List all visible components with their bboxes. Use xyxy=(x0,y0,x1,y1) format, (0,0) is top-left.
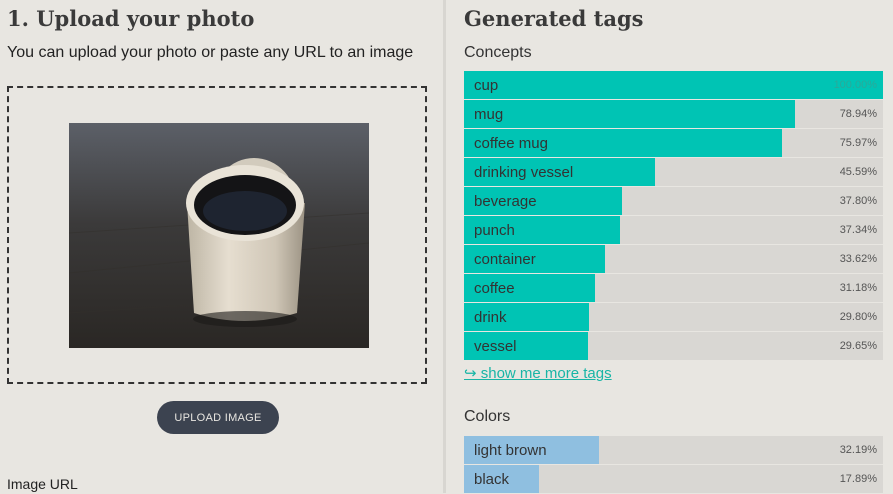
concept-name: coffee mug xyxy=(474,135,548,152)
concept-row: drinking vessel 45.59% xyxy=(464,158,883,186)
concept-row: cup 100.00% xyxy=(464,71,883,99)
concept-percent: 31.18% xyxy=(839,282,877,294)
coffee-cup-image xyxy=(69,123,369,348)
concept-row: container 33.62% xyxy=(464,245,883,273)
upload-panel: 1. Upload your photo You can upload your… xyxy=(0,0,443,493)
concept-bar-fill xyxy=(464,71,883,99)
concepts-label: Concepts xyxy=(464,44,532,61)
concept-percent: 45.59% xyxy=(839,166,877,178)
upload-subtitle: You can upload your photo or paste any U… xyxy=(7,44,414,61)
concept-name: drinking vessel xyxy=(474,164,574,181)
concept-name: drink xyxy=(474,309,507,326)
concepts-list: cup 100.00% mug 78.94% coffee mug 75.97% drink… xyxy=(464,71,883,361)
color-name: light brown xyxy=(474,442,547,459)
concept-percent: 78.94% xyxy=(839,108,877,120)
generated-tags-title: Generated tags xyxy=(464,6,644,31)
uploaded-photo xyxy=(69,123,369,348)
concept-name: container xyxy=(474,251,536,268)
concept-row: mug 78.94% xyxy=(464,100,883,128)
color-row: light brown 32.19% xyxy=(464,436,883,464)
concept-name: cup xyxy=(474,77,499,94)
tags-panel: Generated tags Concepts cup 100.00% mug 78.… xyxy=(446,0,893,493)
concept-row: vessel 29.65% xyxy=(464,332,883,360)
color-row: black 17.89% xyxy=(464,465,883,493)
concept-percent: 33.62% xyxy=(839,253,877,265)
upload-title: 1. Upload your photo xyxy=(7,6,255,31)
concept-row: coffee 31.18% xyxy=(464,274,883,302)
concept-percent: 29.80% xyxy=(839,311,877,323)
concept-name: vessel xyxy=(474,338,517,355)
concept-bar-fill xyxy=(464,100,795,128)
colors-label: Colors xyxy=(464,408,511,425)
concept-row: punch 37.34% xyxy=(464,216,883,244)
photo-dropzone[interactable] xyxy=(7,86,427,384)
concept-row: beverage 37.80% xyxy=(464,187,883,215)
concept-name: coffee xyxy=(474,280,515,297)
color-percent: 32.19% xyxy=(839,444,877,456)
concept-percent: 29.65% xyxy=(839,340,877,352)
color-percent: 17.89% xyxy=(839,473,877,485)
colors-list: light brown 32.19% black 17.89% xyxy=(464,436,883,494)
concept-name: mug xyxy=(474,106,504,123)
upload-image-button[interactable]: UPLOAD IMAGE xyxy=(157,401,279,434)
concept-name: beverage xyxy=(474,193,537,210)
concept-row: drink 29.80% xyxy=(464,303,883,331)
concept-row: coffee mug 75.97% xyxy=(464,129,883,157)
show-more-tags-link[interactable]: ↪ show me more tags xyxy=(464,364,612,382)
color-name: black xyxy=(474,471,510,488)
concept-name: punch xyxy=(474,222,515,239)
image-url-label: Image URL xyxy=(7,476,78,492)
concept-percent: 37.34% xyxy=(839,224,877,236)
concept-percent: 37.80% xyxy=(839,195,877,207)
concept-percent: 75.97% xyxy=(839,137,877,149)
concept-percent: 100.00% xyxy=(833,79,877,91)
